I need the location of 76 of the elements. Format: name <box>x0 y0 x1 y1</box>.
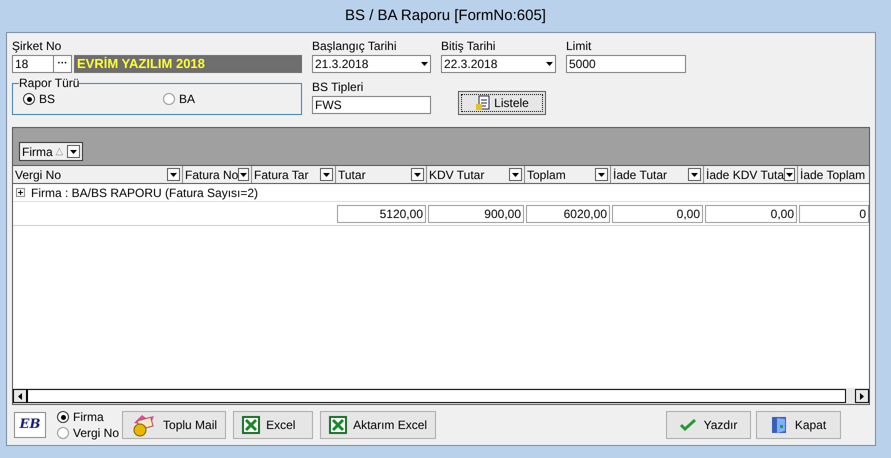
logo: EB <box>14 412 46 438</box>
group-chip[interactable]: Firma △ <box>19 142 83 161</box>
caret-icon <box>323 172 330 176</box>
right-arrow-icon <box>860 392 864 400</box>
radio-button[interactable] <box>163 93 176 105</box>
radio-label: Firma <box>73 410 104 424</box>
column-header[interactable]: KDV Tutar <box>427 166 525 183</box>
filter-button[interactable] <box>784 168 795 181</box>
summary-cell: 0 <box>799 204 869 222</box>
summary-cell: 0,00 <box>705 204 797 222</box>
filter-button[interactable] <box>238 168 249 181</box>
limit-field[interactable]: 5000 <box>566 55 686 73</box>
radio-button[interactable] <box>23 93 35 105</box>
caret-icon <box>512 172 519 176</box>
group-title: Rapor Türü <box>19 77 80 89</box>
column-header[interactable]: İade Tutar <box>611 166 704 183</box>
radio-button[interactable] <box>57 427 69 439</box>
field-label: Bitiş Tarihi <box>441 38 496 55</box>
end-date-field[interactable]: 22.3.2018 <box>441 55 556 73</box>
field-label: BS Tipleri <box>312 79 364 96</box>
column-header[interactable]: Fatura Tar <box>252 166 336 183</box>
excel-button[interactable]: Aktarım Excel <box>320 411 436 439</box>
caret-icon <box>421 62 428 66</box>
filter-button[interactable] <box>167 168 180 181</box>
list-button[interactable]: Listele <box>458 91 546 115</box>
field-label: Başlangıç Tarihi <box>312 38 398 55</box>
caret-icon <box>786 172 794 176</box>
door-icon <box>770 416 787 434</box>
radio-label: Vergi No <box>73 426 120 440</box>
left-arrow-icon <box>18 392 22 400</box>
caret-icon <box>546 62 553 66</box>
column-header[interactable]: İade KDV Tuta <box>704 166 798 183</box>
sort-icon: △ <box>56 144 64 159</box>
lookup-button[interactable]: ··· <box>54 55 72 73</box>
caret-icon <box>70 150 77 154</box>
clipboard-icon <box>475 95 492 111</box>
mail-button[interactable]: Toplu Mail <box>122 411 226 439</box>
summary-cell: 6020,00 <box>526 204 610 222</box>
filter-button[interactable] <box>320 168 333 181</box>
column-header[interactable]: İade Toplam <box>798 166 869 183</box>
check-icon <box>680 419 696 431</box>
group-row-label: Firma : BA/BS RAPORU (Fatura Sayısı=2) <box>31 184 258 202</box>
column-header[interactable]: Tutar <box>336 166 427 183</box>
column-header[interactable]: Toplam <box>525 166 611 183</box>
column-header[interactable]: Fatura No <box>183 166 252 183</box>
filter-button[interactable] <box>595 168 608 181</box>
spreadsheet-icon <box>329 416 348 434</box>
horizontal-scrollbar[interactable] <box>13 388 869 404</box>
bs-types-field[interactable]: FWS <box>312 96 431 114</box>
caret-icon <box>691 172 698 176</box>
spreadsheet-icon <box>242 416 260 434</box>
field-label: Şirket No <box>12 38 62 55</box>
caret-icon <box>170 172 177 176</box>
radio-label: BS <box>39 91 56 108</box>
filter-button[interactable] <box>509 168 522 181</box>
caret-icon <box>240 172 248 176</box>
window-title: BS / BA Raporu [FormNo:605] <box>344 6 547 26</box>
caret-icon <box>414 172 421 176</box>
filter-button[interactable] <box>411 168 424 181</box>
filter-button[interactable] <box>688 168 701 181</box>
close-button[interactable]: Kapat <box>756 411 841 439</box>
summary-cell: 900,00 <box>428 204 524 222</box>
plus-icon <box>18 190 23 195</box>
print-button[interactable]: Yazdır <box>666 411 751 439</box>
summary-cell: 5120,00 <box>337 204 426 222</box>
caret-icon <box>598 172 605 176</box>
column-header[interactable]: Vergi No <box>13 166 183 183</box>
excel-button[interactable]: Excel <box>233 411 314 439</box>
company-name-field: EVRİM YAZILIM 2018 <box>74 55 302 73</box>
company-no-field[interactable]: 18 <box>12 55 54 73</box>
field-label: Limit <box>566 38 592 55</box>
radio-label: BA <box>179 91 196 108</box>
start-date-field[interactable]: 21.3.2018 <box>312 55 431 73</box>
expand-toggle[interactable] <box>16 188 25 197</box>
summary-cell: 0,00 <box>612 204 703 222</box>
radio-button[interactable] <box>57 411 69 423</box>
